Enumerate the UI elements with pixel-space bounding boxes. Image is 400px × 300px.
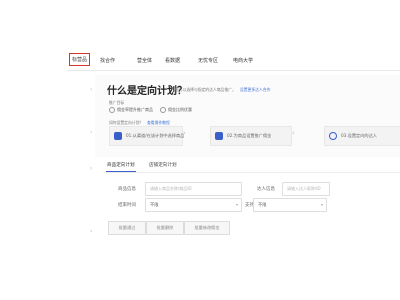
public-apply-value: 不限 — [258, 202, 267, 207]
nav-tab-worry-free-zone[interactable]: 无忧专区 — [198, 57, 218, 64]
product-icon — [114, 132, 122, 140]
batch-approve-button[interactable]: 批量通过 — [108, 221, 146, 235]
chevron-down-icon: ▾ — [235, 201, 238, 207]
nav-tab-campaigns[interactable]: 营全体 — [137, 57, 152, 64]
button-label: 批量修改佣金 — [194, 225, 220, 230]
step-1: 01.从渠道/在该计划中选择商品 — [109, 126, 185, 146]
arrow-right-icon: › — [183, 129, 186, 137]
step-text: 01.从渠道/在该计划中选择商品 — [126, 133, 185, 138]
button-label: 批量删除 — [156, 225, 174, 230]
sidebar-expand-icon[interactable]: › — [90, 165, 92, 172]
talent-search-input[interactable]: 请输入达人昵称/ID — [282, 182, 330, 196]
radio-icon — [109, 107, 115, 113]
step-text: 02.为商品设置推广佣金 — [227, 133, 272, 138]
end-time-label: 结束时间 — [118, 203, 136, 208]
product-search-placeholder: 请输入商品名称/商品ID — [150, 186, 192, 191]
nav-tab-find-partners[interactable]: 找合作 — [100, 57, 115, 64]
chevron-down-icon: ▾ — [320, 201, 323, 207]
active-tab-underline — [106, 171, 136, 173]
step-2: 02.为商品设置推广佣金 — [210, 126, 292, 146]
nav-tab-data[interactable]: 看数据 — [165, 57, 180, 64]
sidebar-expand-icon[interactable]: › — [90, 129, 92, 136]
intro-subtitle: 您可以选择与指定的达人商品推广， — [175, 87, 236, 92]
public-apply-select[interactable]: 不限 ▾ — [253, 198, 327, 212]
end-time-select[interactable]: 不限 ▾ — [145, 198, 242, 212]
sidebar — [0, 72, 92, 300]
nav-divider — [68, 70, 400, 71]
shield-icon — [329, 132, 337, 140]
step-3: 03.设置定向的达人 — [324, 126, 400, 146]
talent-info-label: 达人信息 — [257, 187, 275, 192]
option-radio[interactable]: 佣金率提升推广商品 — [109, 107, 153, 113]
tab-shop-plan[interactable]: 店铺定向计划 — [149, 162, 177, 168]
end-time-value: 不限 — [150, 202, 159, 207]
tab-product-plan[interactable]: 商品定向计划 — [107, 162, 135, 168]
sidebar-expand-icon[interactable]: › — [90, 86, 92, 93]
intro-link[interactable]: 设置更多达人合作 — [240, 87, 270, 93]
button-label: 批量通过 — [118, 225, 136, 230]
radio-icon — [160, 107, 166, 113]
arrow-right-icon: › — [292, 129, 295, 137]
commission-icon — [215, 132, 223, 140]
section-label: 推广目标 — [109, 100, 125, 105]
product-search-input[interactable]: 请输入商品名称/商品ID — [145, 182, 242, 196]
plan-type-tabs: 商品定向计划 店铺定向计划 — [105, 158, 400, 173]
option-radio[interactable]: 佣金比例优惠 — [160, 107, 192, 113]
product-info-label: 商品信息 — [118, 187, 136, 192]
nav-tab-promote-products[interactable]: 标营品 — [69, 53, 91, 66]
step-text: 03.设置定向的达人 — [341, 133, 377, 138]
batch-edit-commission-button[interactable]: 批量修改佣金 — [184, 221, 230, 235]
sidebar-expand-icon[interactable]: › — [90, 228, 92, 235]
talent-search-placeholder: 请输入达人昵称/ID — [287, 186, 321, 191]
batch-delete-button[interactable]: 批量删除 — [146, 221, 184, 235]
nav-tab-ecommerce-university[interactable]: 电商大学 — [233, 57, 253, 64]
